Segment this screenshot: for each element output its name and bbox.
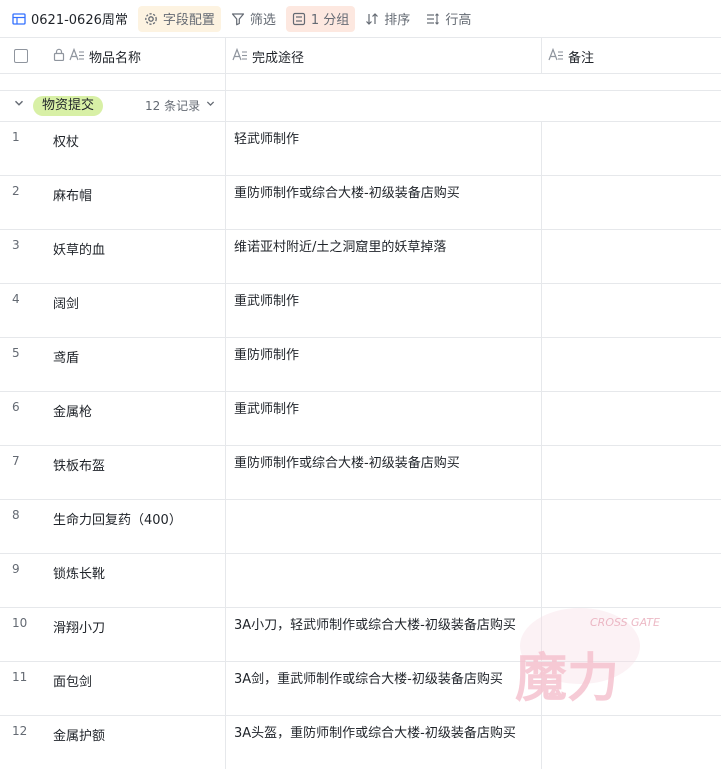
filter-button[interactable]: 筛选 [225, 6, 282, 32]
column-header-path[interactable]: 完成途径 [232, 38, 304, 74]
row-number: 2 [12, 184, 20, 198]
view-name-tab[interactable]: 0621-0626周常 [6, 6, 134, 32]
filter-icon [231, 12, 245, 26]
row-number: 4 [12, 292, 20, 306]
table-row[interactable]: 4 阔剑 重武师制作 [0, 284, 721, 338]
group-record-count[interactable]: 12 条记录 [145, 98, 215, 114]
group-icon [292, 12, 306, 26]
path-cell[interactable]: 3A小刀，轻武师制作或综合大楼-初级装备店购买 [234, 617, 530, 635]
item-name-cell[interactable]: 面包剑 [53, 671, 92, 690]
toolbar: 0621-0626周常 字段配置 筛选 1 分组 排序 行高 [0, 0, 721, 38]
table-icon [12, 12, 26, 26]
table-row[interactable]: 6 金属枪 重武师制作 [0, 392, 721, 446]
table-row[interactable]: 10 滑翔小刀 3A小刀，轻武师制作或综合大楼-初级装备店购买 [0, 608, 721, 662]
item-name-cell[interactable]: 鸢盾 [53, 347, 79, 366]
item-name-cell[interactable]: 铁板布盔 [53, 455, 105, 474]
group-button[interactable]: 1 分组 [285, 5, 356, 32]
column-header-note[interactable]: 备注 [548, 38, 594, 74]
row-number: 11 [12, 670, 28, 684]
path-cell[interactable]: 重防师制作或综合大楼-初级装备店购买 [234, 455, 530, 473]
path-cell[interactable]: 维诺亚村附近/土之洞窟里的妖草掉落 [234, 239, 530, 257]
table-row[interactable]: 2 麻布帽 重防师制作或综合大楼-初级装备店购买 [0, 176, 721, 230]
group-tag: 物资提交 [33, 96, 104, 116]
item-name-cell[interactable]: 金属枪 [53, 401, 92, 420]
row-number: 6 [12, 400, 20, 414]
column-name-label: 物品名称 [89, 50, 142, 66]
table-row[interactable]: 11 面包剑 3A剑，重武师制作或综合大楼-初级装备店购买 [0, 662, 721, 716]
row-number: 8 [12, 508, 20, 522]
table-header: 物品名称 完成途径 备注 [0, 38, 721, 74]
item-name-cell[interactable]: 滑翔小刀 [53, 617, 105, 636]
item-name-cell[interactable]: 妖草的血 [53, 239, 105, 258]
chevron-down-icon[interactable] [12, 98, 26, 112]
row-height-button[interactable]: 行高 [420, 6, 477, 32]
row-height-label: 行高 [445, 13, 472, 28]
row-number: 1 [12, 130, 20, 144]
item-name-cell[interactable]: 麻布帽 [53, 185, 92, 204]
item-name-cell[interactable]: 权杖 [53, 131, 79, 150]
text-field-icon [69, 47, 85, 64]
row-number: 3 [12, 238, 20, 252]
column-note-label: 备注 [568, 50, 595, 66]
table-row[interactable]: 5 鸢盾 重防师制作 [0, 338, 721, 392]
sort-button[interactable]: 排序 [359, 6, 416, 32]
path-cell[interactable]: 轻武师制作 [234, 131, 530, 149]
text-field-icon [232, 47, 248, 64]
filter-label: 筛选 [249, 13, 276, 28]
group-row[interactable]: 物资提交 12 条记录 [0, 91, 721, 122]
path-cell[interactable]: 重防师制作 [234, 347, 530, 365]
table-row[interactable]: 3 妖草的血 维诺亚村附近/土之洞窟里的妖草掉落 [0, 230, 721, 284]
chevron-down-icon [206, 98, 215, 114]
row-number: 10 [12, 616, 28, 630]
gear-icon [144, 12, 158, 26]
sort-label: 排序 [384, 13, 411, 28]
path-cell[interactable]: 重武师制作 [234, 293, 530, 311]
table-row[interactable]: 1 权杖 轻武师制作 [0, 122, 721, 176]
row-number: 9 [12, 562, 20, 576]
column-path-label: 完成途径 [252, 50, 305, 66]
view-name-label: 0621-0626周常 [31, 13, 128, 28]
field-config-label: 字段配置 [162, 13, 215, 28]
sort-icon [365, 12, 379, 26]
row-number: 7 [12, 454, 20, 468]
group-label: 1 分组 [310, 13, 350, 28]
item-name-cell[interactable]: 金属护额 [53, 725, 105, 744]
column-divider [541, 38, 542, 74]
row-height-icon [426, 12, 440, 26]
path-cell[interactable]: 重防师制作或综合大楼-初级装备店购买 [234, 185, 530, 203]
select-all-checkbox[interactable] [14, 49, 28, 63]
lock-icon [53, 48, 65, 64]
row-number: 12 [12, 724, 28, 738]
path-cell[interactable]: 3A头盔，重防师制作或综合大楼-初级装备店购买 [234, 725, 530, 743]
table-row[interactable]: 7 铁板布盔 重防师制作或综合大楼-初级装备店购买 [0, 446, 721, 500]
path-cell[interactable]: 3A剑，重武师制作或综合大楼-初级装备店购买 [234, 671, 530, 689]
header-spacer [0, 74, 721, 91]
column-divider [541, 122, 542, 769]
text-field-icon [548, 47, 564, 64]
group-count-label: 12 条记录 [145, 99, 201, 113]
column-header-name[interactable]: 物品名称 [53, 38, 141, 74]
item-name-cell[interactable]: 锁炼长靴 [53, 563, 105, 582]
column-divider [225, 38, 226, 769]
table-row[interactable]: 8 生命力回复药（400） [0, 500, 721, 554]
table-row[interactable]: 12 金属护额 3A头盔，重防师制作或综合大楼-初级装备店购买 [0, 716, 721, 769]
item-name-cell[interactable]: 生命力回复药（400） [53, 509, 182, 528]
table-row[interactable]: 9 锁炼长靴 [0, 554, 721, 608]
field-config-button[interactable]: 字段配置 [137, 5, 221, 32]
row-number: 5 [12, 346, 20, 360]
path-cell[interactable]: 重武师制作 [234, 401, 530, 419]
item-name-cell[interactable]: 阔剑 [53, 293, 79, 312]
